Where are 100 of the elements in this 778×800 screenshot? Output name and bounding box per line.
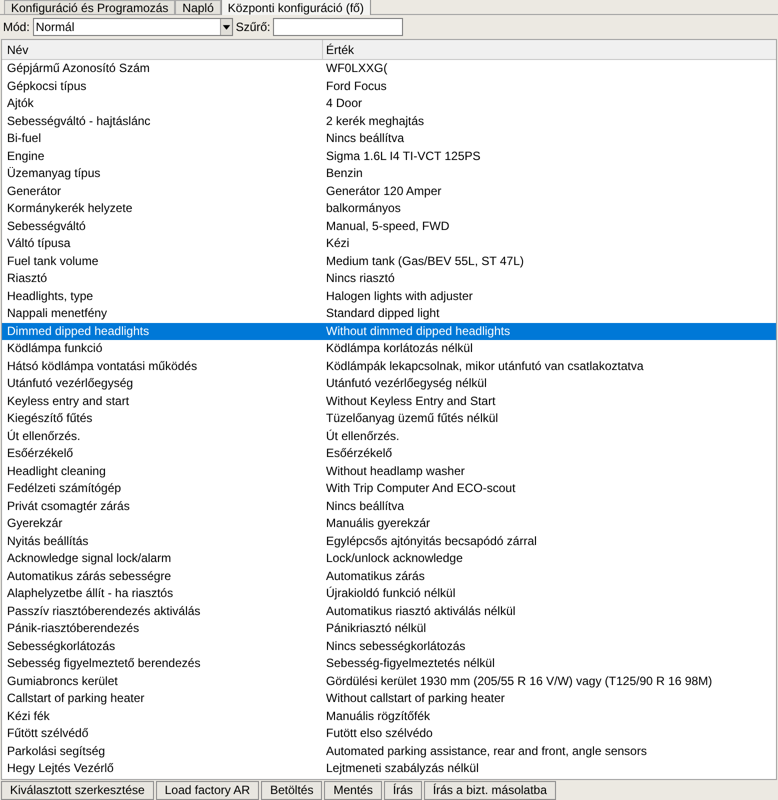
table-row[interactable]: Fuel tank volume Medium tank (Gas/BEV 55L, ST 47L): [2, 252, 776, 270]
value-cell-text: Nincs beállítva: [325, 498, 406, 514]
table-row[interactable]: Sebességkorlátozás Nincs sebességkorlátozás: [2, 638, 776, 655]
table-row[interactable]: Privát csomagtér zárás Nincs beállítva: [2, 498, 776, 515]
table-row[interactable]: Sebességváltó Manual, 5-speed, FWD: [2, 218, 776, 235]
name-cell-text: Acknowledge signal lock/alarm: [6, 550, 172, 567]
action-button[interactable]: Betöltés: [261, 781, 322, 800]
value-cell-text: Út ellenőrzés.: [325, 428, 400, 444]
name-cell-text: Keyless entry and start: [6, 392, 130, 410]
tab[interactable]: Központi konfiguráció (fő): [220, 0, 371, 15]
value-cell-text: Nincs sebességkorlátozás: [325, 638, 466, 654]
value-cell-text: Generátor 120 Amper: [325, 182, 442, 200]
filter-field[interactable]: [273, 18, 404, 36]
table-row[interactable]: Headlights, type Halogen lights with adjuster: [2, 288, 776, 305]
name-cell-text: Sebességkorlátozás: [6, 638, 116, 654]
name-cell-text: Út ellenőrzés.: [6, 428, 82, 444]
value-cell-text: Tüzelőanyag üzemű fűtés nélkül: [325, 410, 500, 427]
table-row[interactable]: Sebességváltó - hajtáslánc 2 kerék meghajtás: [2, 112, 776, 130]
table-row[interactable]: Automatikus zárás sebességre Automatikus zárás: [2, 568, 776, 585]
table-row[interactable]: Alaphelyzetbe állít - ha riasztós Újrakioldó funkció nélkül: [2, 585, 776, 602]
value-cell-text: With Trip Computer And ECO-scout: [325, 480, 516, 497]
table-row[interactable]: Headlight cleaning Without headlamp washer: [2, 462, 776, 480]
table-row[interactable]: Acknowledge signal lock/alarm Lock/unlock acknowledge: [2, 550, 776, 568]
table-row[interactable]: Callstart of parking heater Without callstart of parking heater: [2, 690, 776, 708]
name-cell-text: Ajtók: [6, 95, 35, 112]
name-cell-text: Fedélzeti számítógép: [6, 480, 122, 497]
value-cell-text: Ford Focus: [325, 78, 388, 94]
tab[interactable]: Napló: [175, 0, 221, 14]
table-row[interactable]: Üzemanyag típus Benzin: [2, 165, 776, 182]
name-cell-text: Nyitás beállítás: [6, 532, 90, 550]
table-row[interactable]: Passzív riasztóberendezés aktiválás Automatikus riasztó aktiválás nélkül: [2, 602, 776, 620]
action-button[interactable]: Kiválasztott szerkesztése: [1, 781, 154, 800]
table-row[interactable]: Gépjármű Azonosító Szám WF0LXXG(: [2, 60, 776, 78]
value-cell-text: Pánikriasztó nélkül: [325, 620, 428, 637]
table-row[interactable]: Riasztó Nincs riasztó: [2, 270, 776, 288]
name-cell-text: Sebesség figyelmeztető berendezés: [6, 655, 202, 672]
action-button[interactable]: Load factory AR: [156, 781, 260, 800]
value-cell-text: Újrakioldó funkció nélkül: [325, 585, 456, 602]
column-header[interactable]: Név: [2, 40, 323, 59]
table-row[interactable]: Fűtött szélvédő Futött elso szélvédo: [2, 725, 776, 742]
column-header[interactable]: Érték: [323, 40, 776, 59]
table-row[interactable]: Hátsó ködlámpa vontatási működés Ködlámpák lekapcsolnak, mikor utánfutó van csatlakoztatva: [2, 358, 776, 375]
table-row[interactable]: Kormánykerék helyzete balkormányos: [2, 200, 776, 218]
table-row[interactable]: Fedélzeti számítógép With Trip Computer And ECO-scout: [2, 480, 776, 498]
mode-dropdown[interactable]: Normál: [32, 18, 233, 36]
value-cell-text: Sebesség-figyelmeztetés nélkül: [325, 655, 496, 672]
table-row[interactable]: Esőérzékelő Esőérzékelő: [2, 445, 776, 462]
table-row[interactable]: Bi-fuel Nincs beállítva: [2, 130, 776, 148]
name-cell-text: Ködlámpa funkció: [6, 340, 104, 357]
value-cell-text: Manuális gyerekzár: [325, 515, 432, 532]
action-button[interactable]: Írás a bizt. másolatba: [424, 781, 556, 800]
name-cell-text: Kormánykerék helyzete: [6, 200, 134, 217]
name-cell-text: Gyerekzár: [6, 515, 64, 532]
value-cell-text: Without callstart of parking heater: [325, 690, 506, 707]
table-row[interactable]: Engine Sigma 1.6L I4 TI-VCT 125PS: [2, 148, 776, 165]
value-cell-text: Esőérzékelő: [325, 445, 394, 462]
table-row[interactable]: Generátor Generátor 120 Amper: [2, 182, 776, 200]
table-row[interactable]: Dimmed dipped headlights Without dimmed dipped headlights: [2, 322, 776, 340]
name-cell-text: Parkolási segítség: [6, 742, 106, 760]
table-row[interactable]: Keyless entry and start Without Keyless Entry and Start: [2, 392, 776, 410]
name-cell-text: Passzív riasztóberendezés aktiválás: [6, 602, 202, 620]
table-row[interactable]: Gyerekzár Manuális gyerekzár: [2, 515, 776, 532]
value-cell-text: Lock/unlock acknowledge: [325, 550, 464, 567]
table-row[interactable]: Pánik-riasztóberendezés Pánikriasztó nélkül: [2, 620, 776, 638]
table-row[interactable]: Váltó típusa Kézi: [2, 235, 776, 252]
table-row[interactable]: Hegy Lejtés Vezérlő Lejtmeneti szabályzás nélkül: [2, 760, 776, 778]
name-cell-text: Engine: [6, 148, 46, 164]
value-cell-text: Lejtmeneti szabályzás nélkül: [325, 760, 480, 777]
table-row[interactable]: Utánfutó vezérlőegység Utánfutó vezérlőegység nélkül: [2, 375, 776, 392]
name-cell-text: Fűtött szélvédő: [6, 725, 90, 742]
table-row[interactable]: Út ellenőrzés. Út ellenőrzés.: [2, 428, 776, 445]
action-button[interactable]: Írás: [384, 781, 422, 800]
name-cell-text: Kézi fék: [6, 708, 51, 724]
table-row[interactable]: Nyitás beállítás Egylépcsős ajtónyitás becsapódó zárral: [2, 532, 776, 550]
table-row[interactable]: Kiegészítő fűtés Tüzelőanyag üzemű fűtés nélkül: [2, 410, 776, 428]
name-cell-text: Üzemanyag típus: [6, 165, 102, 182]
name-cell-text: Esőérzékelő: [6, 445, 74, 462]
table-row[interactable]: Ködlámpa funkció Ködlámpa korlátozás nélkül: [2, 340, 776, 358]
table-row[interactable]: Nappali menetfény Standard dipped light: [2, 305, 776, 322]
action-button[interactable]: Mentés: [324, 781, 382, 800]
table-row[interactable]: Gépkocsi típus Ford Focus: [2, 78, 776, 95]
tab[interactable]: Konfiguráció és Programozás: [4, 0, 176, 14]
table-row[interactable]: Gumiabroncs kerület Gördülési kerület 1930 mm (205/55 R 16 V/W) vagy (T125/90 R 16 98M): [2, 672, 776, 690]
table-row[interactable]: Sebesség figyelmeztető berendezés Sebesség-figyelmeztetés nélkül: [2, 655, 776, 672]
table-row[interactable]: Ajtók 4 Door: [2, 95, 776, 112]
value-cell-text: Futött elso szélvédo: [325, 725, 434, 742]
value-cell-text: balkormányos: [325, 200, 402, 217]
value-cell-text: Automated parking assistance, rear and front, angle sensors: [325, 742, 648, 760]
value-cell-text: Automatikus zárás: [325, 568, 426, 584]
value-cell-text: Sigma 1.6L I4 TI-VCT 125PS: [325, 148, 482, 164]
name-cell-text: Nappali menetfény: [6, 305, 108, 322]
name-cell-text: Gépkocsi típus: [6, 78, 88, 94]
name-cell-text: Headlight cleaning: [6, 462, 107, 480]
table-row[interactable]: Parkolási segítség Automated parking assistance, rear and front, angle sensors: [2, 742, 776, 760]
value-cell-text: Nincs riasztó: [325, 270, 396, 287]
value-cell-text: Ködlámpák lekapcsolnak, mikor utánfutó van csatlakoztatva: [325, 358, 645, 374]
value-cell-text: Automatikus riasztó aktiválás nélkül: [325, 602, 516, 620]
table-row[interactable]: Kézi fék Manuális rögzítőfék: [2, 708, 776, 725]
mode-label: Mód:: [3, 19, 30, 36]
name-cell-text: Gépjármű Azonosító Szám: [6, 60, 151, 77]
